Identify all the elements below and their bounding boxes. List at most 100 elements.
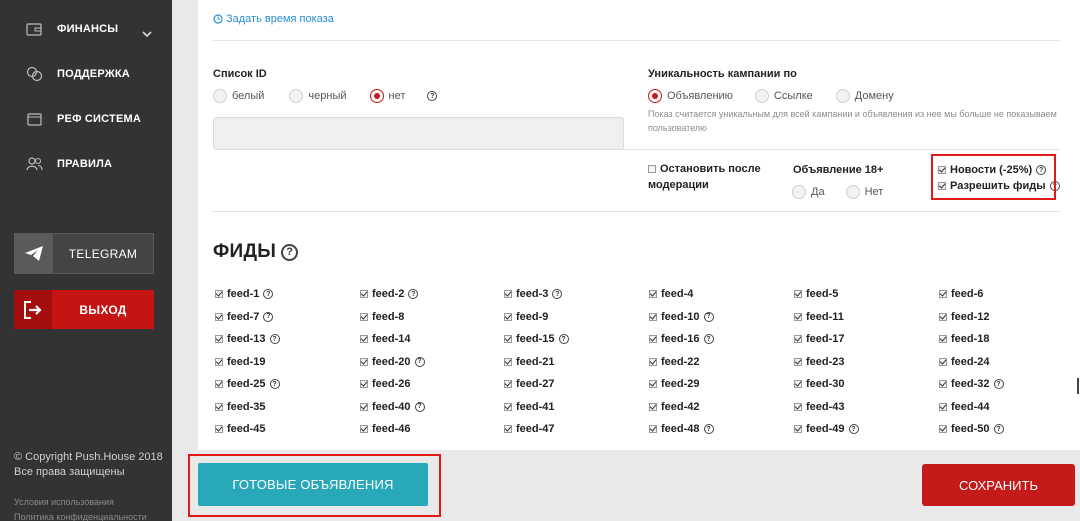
help-icon[interactable]: ? (703, 334, 714, 344)
feed-item[interactable]: feed-23 (794, 356, 845, 368)
feed-checkbox[interactable] (504, 312, 512, 321)
feed-item[interactable]: feed-43 (794, 401, 845, 413)
feed-checkbox[interactable] (504, 425, 512, 433)
scrollbar[interactable] (1077, 378, 1079, 394)
feed-checkbox[interactable] (504, 290, 512, 298)
feed-item[interactable]: feed-40? (360, 401, 425, 413)
feed-item[interactable]: feed-27 (504, 378, 555, 390)
feed-item[interactable]: feed-42 (649, 401, 700, 413)
feed-checkbox[interactable] (215, 290, 223, 298)
sidebar-item-finance[interactable]: ФИНАНСЫ (0, 14, 172, 44)
sidebar-item-support[interactable]: ПОДДЕРЖКА (0, 59, 172, 89)
feed-item[interactable]: feed-7? (215, 311, 274, 323)
feed-checkbox[interactable] (939, 357, 947, 366)
feed-item[interactable]: feed-35 (215, 401, 266, 413)
feed-checkbox[interactable] (360, 357, 368, 366)
feed-item[interactable]: feed-48? (649, 423, 714, 435)
feed-item[interactable]: feed-46 (360, 423, 411, 435)
radio-by-link[interactable] (754, 89, 769, 103)
feed-item[interactable]: feed-11 (794, 311, 844, 323)
feed-item[interactable]: feed-24 (939, 356, 990, 368)
feed-item[interactable]: feed-1? (215, 288, 274, 300)
feed-item[interactable]: feed-26 (360, 378, 411, 390)
feed-item[interactable]: feed-21 (504, 356, 555, 368)
feed-item[interactable]: feed-6 (939, 288, 983, 300)
feed-item[interactable]: feed-19 (215, 356, 266, 368)
feed-checkbox[interactable] (939, 312, 947, 321)
feed-checkbox[interactable] (360, 402, 368, 411)
feed-checkbox[interactable] (649, 290, 657, 298)
radio-yes[interactable] (792, 185, 806, 199)
feed-checkbox[interactable] (939, 335, 947, 343)
feed-checkbox[interactable] (215, 402, 223, 411)
help-icon[interactable]: ? (552, 289, 563, 299)
radio-black[interactable] (289, 89, 304, 103)
feed-checkbox[interactable] (360, 380, 368, 388)
feed-checkbox[interactable] (794, 380, 802, 388)
feed-item[interactable]: feed-25? (215, 378, 280, 390)
feed-checkbox[interactable] (504, 357, 512, 366)
exit-button[interactable]: ВЫХОД (14, 290, 154, 329)
feed-checkbox[interactable] (360, 290, 368, 298)
help-icon[interactable]: ? (427, 91, 438, 101)
feed-checkbox[interactable] (649, 312, 657, 321)
feed-item[interactable]: feed-5 (794, 288, 838, 300)
feed-item[interactable]: feed-14 (360, 333, 411, 345)
feed-checkbox[interactable] (215, 335, 223, 343)
feed-checkbox[interactable] (649, 425, 657, 433)
feed-item[interactable]: feed-47 (504, 423, 555, 435)
feed-item[interactable]: feed-22 (649, 356, 700, 368)
feed-item[interactable]: feed-30 (794, 378, 845, 390)
feed-item[interactable]: feed-44 (939, 401, 990, 413)
feed-item[interactable]: feed-16? (649, 333, 714, 345)
privacy-link[interactable]: Политика конфиденциальности (14, 512, 147, 521)
help-icon[interactable]: ? (993, 379, 1004, 389)
feed-checkbox[interactable] (215, 380, 223, 388)
stop-after-moderation-checkbox[interactable] (648, 165, 656, 173)
save-button[interactable]: СОХРАНИТЬ (922, 464, 1075, 506)
feed-checkbox[interactable] (215, 425, 223, 433)
list-id-input[interactable] (213, 117, 624, 150)
telegram-button[interactable]: TELEGRAM (14, 233, 154, 274)
help-icon[interactable]: ? (408, 289, 419, 299)
feed-checkbox[interactable] (649, 335, 657, 343)
sidebar-item-referral[interactable]: РЕФ СИСТЕМА (0, 104, 172, 134)
help-icon[interactable]: ? (263, 311, 274, 322)
chevron-down-icon[interactable] (142, 25, 152, 43)
radio-by-ad[interactable] (648, 89, 662, 103)
radio-white[interactable] (213, 89, 227, 103)
help-icon[interactable]: ? (414, 401, 425, 412)
help-icon[interactable]: ? (414, 356, 425, 367)
help-icon[interactable]: ? (703, 311, 714, 322)
feed-checkbox[interactable] (794, 425, 802, 433)
feed-item[interactable]: feed-9 (504, 311, 548, 323)
feed-checkbox[interactable] (649, 380, 657, 388)
radio-none[interactable] (369, 89, 384, 103)
feed-checkbox[interactable] (794, 357, 802, 366)
help-icon[interactable]: ? (703, 424, 714, 434)
feed-item[interactable]: feed-29 (649, 378, 700, 390)
feed-item[interactable]: feed-32? (939, 378, 1004, 390)
set-time-link[interactable]: Задать время показа (213, 13, 334, 25)
feed-item[interactable]: feed-2? (360, 288, 419, 300)
feed-item[interactable]: feed-4 (649, 288, 693, 300)
help-icon[interactable]: ? (269, 379, 280, 389)
feed-checkbox[interactable] (794, 312, 802, 321)
feed-item[interactable]: feed-41 (504, 401, 555, 413)
feed-item[interactable]: feed-49? (794, 423, 859, 435)
feed-checkbox[interactable] (215, 357, 223, 366)
help-icon[interactable]: ? (269, 334, 280, 344)
feed-checkbox[interactable] (939, 380, 947, 388)
feed-item[interactable]: feed-13? (215, 333, 280, 345)
feed-checkbox[interactable] (360, 425, 368, 433)
terms-link[interactable]: Условия использования (14, 497, 114, 507)
feed-checkbox[interactable] (504, 380, 512, 388)
feed-item[interactable]: feed-17 (794, 333, 845, 345)
feed-item[interactable]: feed-15? (504, 333, 569, 345)
feed-checkbox[interactable] (794, 290, 802, 298)
help-icon[interactable]: ? (993, 424, 1004, 434)
feed-checkbox[interactable] (504, 335, 512, 343)
feed-item[interactable]: feed-10? (649, 311, 714, 323)
radio-by-domain[interactable] (835, 89, 850, 103)
feed-item[interactable]: feed-3? (504, 288, 563, 300)
